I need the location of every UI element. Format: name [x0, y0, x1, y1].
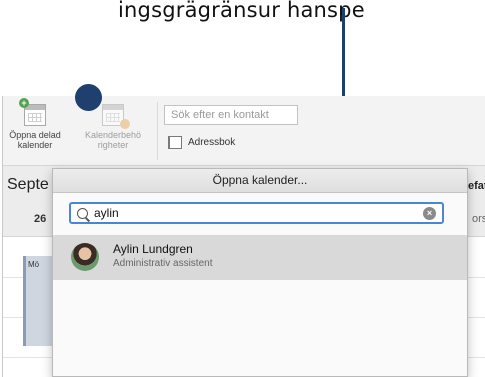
open-shared-calendar-label: Öppna delad kalender — [9, 130, 61, 150]
callout-text: ingsgrägränsur hanspe — [118, 0, 365, 22]
stage: ingsgrägränsur hanspe + Öppna delad kale… — [0, 0, 485, 377]
open-calendar-dialog: Öppna kalender... aylin × Aylin Lundgren… — [52, 168, 468, 377]
contact-result-row[interactable]: Aylin Lundgren Administrativ assistent — [53, 235, 467, 280]
address-book-button[interactable]: Adressbok — [168, 136, 235, 149]
calendar-right-header: efat — [468, 180, 485, 192]
search-contact-input[interactable]: Sök efter en kontakt — [164, 105, 298, 125]
clear-search-icon[interactable]: × — [423, 207, 436, 220]
address-book-label: Adressbok — [188, 137, 236, 148]
ribbon: + Öppna delad kalender Kalenderbehö righ… — [3, 96, 485, 166]
calendar-add-icon: + — [19, 98, 46, 126]
address-book-icon — [168, 136, 182, 149]
calendar-right-subheader: ors — [472, 213, 485, 225]
callout-marker-dot — [75, 84, 102, 111]
calendar-day-header[interactable]: 26 — [34, 213, 46, 225]
search-icon — [77, 207, 88, 219]
avatar — [71, 243, 99, 271]
open-shared-calendar-button[interactable]: + Öppna delad kalender — [5, 98, 65, 150]
calendar-permissions-button[interactable]: Kalenderbehö righeter — [83, 104, 143, 150]
ribbon-divider — [157, 102, 158, 160]
calendar-permissions-label: Kalenderbehö righeter — [84, 130, 142, 150]
search-value: aylin — [94, 206, 119, 220]
calendar-permissions-icon — [102, 104, 130, 129]
key-icon — [120, 119, 130, 129]
calendar-month-title: Septe — [7, 176, 49, 193]
calendar-event[interactable]: Mö — [23, 256, 53, 346]
plus-icon: + — [19, 98, 29, 108]
callout-line-vertical — [342, 8, 345, 99]
dialog-search-input[interactable]: aylin × — [69, 202, 444, 224]
dialog-title: Öppna kalender... — [53, 169, 467, 193]
contact-title: Administrativ assistent — [113, 258, 213, 269]
contact-name: Aylin Lundgren — [113, 242, 193, 256]
